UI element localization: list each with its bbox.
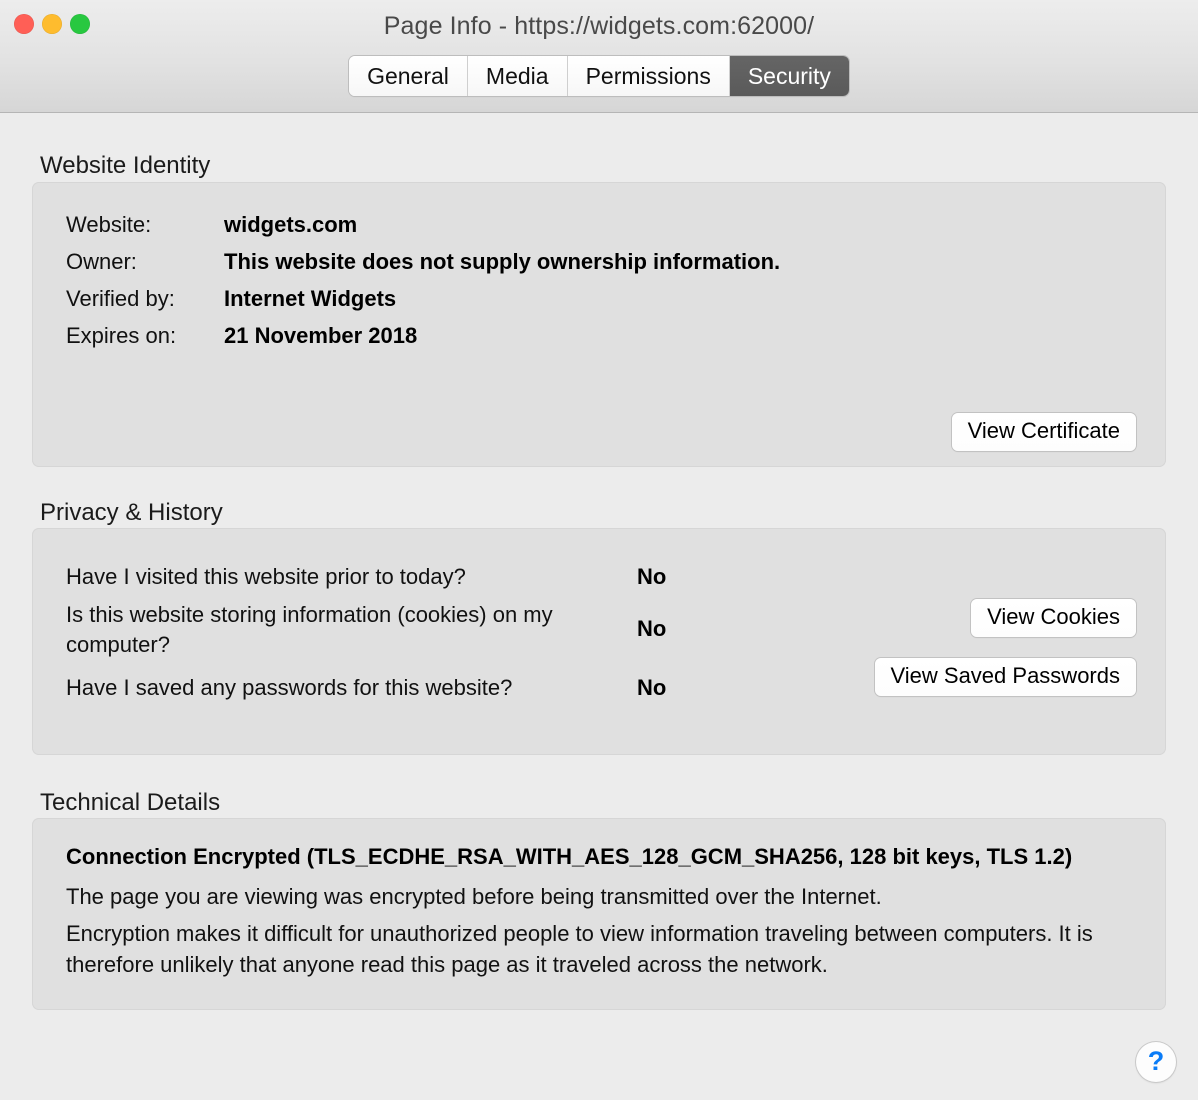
technical-details-heading: Technical Details [40, 789, 220, 817]
visited-question: Have I visited this website prior to tod… [66, 562, 606, 592]
technical-details-panel: Connection Encrypted (TLS_ECDHE_RSA_WITH… [32, 818, 1166, 1010]
technical-paragraph-2: Encryption makes it difficult for unauth… [66, 918, 1142, 980]
privacy-history-panel: Have I visited this website prior to tod… [32, 528, 1166, 755]
verified-by-value: Internet Widgets [224, 286, 396, 312]
visited-answer: No [637, 564, 666, 590]
view-saved-passwords-button[interactable]: View Saved Passwords [875, 658, 1137, 696]
segmented-control: General Media Permissions Security [349, 56, 849, 96]
website-label: Website: [66, 212, 151, 238]
tab-media[interactable]: Media [468, 56, 568, 96]
passwords-answer: No [637, 675, 666, 701]
tab-security[interactable]: Security [730, 56, 849, 96]
cookies-question: Is this website storing information (coo… [66, 600, 606, 660]
connection-encrypted-headline: Connection Encrypted (TLS_ECDHE_RSA_WITH… [66, 843, 1146, 871]
verified-by-label: Verified by: [66, 286, 175, 312]
website-value: widgets.com [224, 212, 357, 238]
tab-bar: General Media Permissions Security [0, 56, 1198, 96]
window-title: Page Info - https://widgets.com:62000/ [0, 10, 1198, 42]
view-cookies-button[interactable]: View Cookies [971, 599, 1136, 637]
owner-value: This website does not supply ownership i… [224, 249, 780, 275]
tab-general[interactable]: General [349, 56, 468, 96]
help-button[interactable]: ? [1136, 1042, 1176, 1082]
website-identity-panel: Website: widgets.com Owner: This website… [32, 182, 1166, 467]
owner-label: Owner: [66, 249, 137, 275]
website-identity-heading: Website Identity [40, 152, 210, 180]
expires-on-label: Expires on: [66, 323, 176, 349]
privacy-history-heading: Privacy & History [40, 499, 223, 527]
tab-permissions[interactable]: Permissions [568, 56, 730, 96]
expires-on-value: 21 November 2018 [224, 323, 417, 349]
view-certificate-button[interactable]: View Certificate [952, 413, 1136, 451]
window-titlebar: Page Info - https://widgets.com:62000/ G… [0, 0, 1198, 113]
security-panel-content: Website Identity Website: widgets.com Ow… [0, 113, 1198, 1100]
passwords-question: Have I saved any passwords for this webs… [66, 673, 606, 703]
cookies-answer: No [637, 616, 666, 642]
technical-paragraph-1: The page you are viewing was encrypted b… [66, 881, 1142, 912]
